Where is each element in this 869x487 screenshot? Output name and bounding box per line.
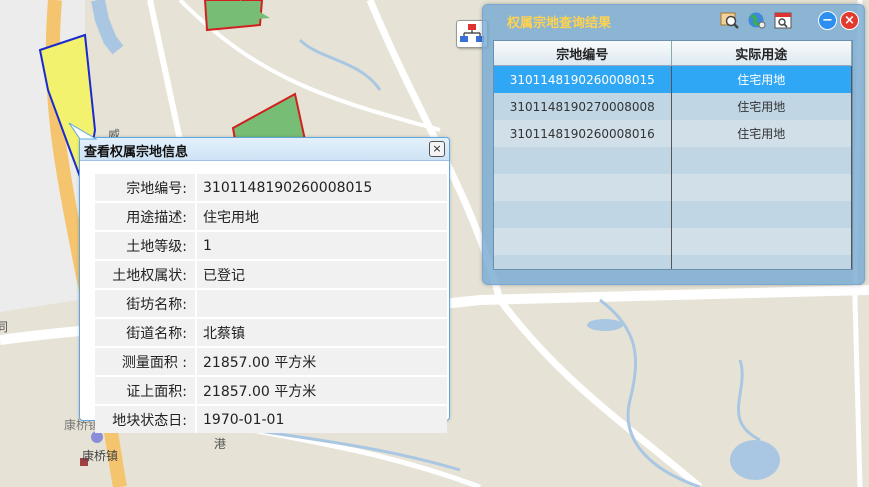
field-value: 住宅用地 bbox=[195, 203, 447, 230]
empty-row bbox=[494, 147, 852, 174]
info-row-grade: 土地等级: 1 bbox=[95, 232, 447, 259]
field-label: 宗地编号: bbox=[95, 174, 195, 201]
cell-actual-use: 住宅用地 bbox=[671, 120, 852, 147]
field-value: 已登记 bbox=[195, 261, 447, 288]
zoom-to-icon[interactable] bbox=[720, 10, 740, 30]
globe-icon[interactable] bbox=[747, 10, 767, 30]
info-row-street-name: 街道名称: 北蔡镇 bbox=[95, 319, 447, 346]
parcel-info-table: 宗地编号: 3101148190260008015 用途描述: 住宅用地 土地等… bbox=[95, 172, 447, 435]
results-table: 宗地编号 实际用途 3101148190260008015 住宅用地 31011… bbox=[493, 40, 853, 270]
popup-title: 查看权属宗地信息 bbox=[84, 145, 189, 160]
popup-pointer bbox=[68, 122, 98, 140]
empty-row bbox=[494, 228, 852, 255]
info-row-ownership: 土地权属状: 已登记 bbox=[95, 261, 447, 288]
column-header-actual-use[interactable]: 实际用途 bbox=[671, 41, 852, 66]
cell-parcel-id: 3101148190270008008 bbox=[494, 93, 672, 120]
empty-row bbox=[494, 201, 852, 228]
popup-header: 查看权属宗地信息 × bbox=[80, 138, 449, 161]
info-row-use: 用途描述: 住宅用地 bbox=[95, 203, 447, 230]
calendar-search-icon[interactable] bbox=[773, 10, 793, 30]
info-row-block-name: 街坊名称: bbox=[95, 290, 447, 317]
results-panel: 权属宗地查询结果 − × 宗地编号 实际用途 31011481902600080… bbox=[482, 4, 865, 285]
map-label-edge: 同 bbox=[0, 320, 9, 334]
field-label: 用途描述: bbox=[95, 203, 195, 230]
cell-parcel-id: 3101148190260008016 bbox=[494, 120, 672, 147]
field-label: 街坊名称: bbox=[95, 290, 195, 317]
info-row-certified-area: 证上面积: 21857.00 平方米 bbox=[95, 377, 447, 404]
field-label: 测量面积 : bbox=[95, 348, 195, 375]
field-label: 证上面积: bbox=[95, 377, 195, 404]
parcel-info-popup: 查看权属宗地信息 × 宗地编号: 3101148190260008015 用途描… bbox=[79, 137, 450, 433]
info-row-parcel-id: 宗地编号: 3101148190260008015 bbox=[95, 174, 447, 201]
table-row[interactable]: 3101148190270008008 住宅用地 bbox=[494, 93, 852, 120]
field-value bbox=[195, 290, 447, 317]
field-label: 土地权属状: bbox=[95, 261, 195, 288]
field-value: 北蔡镇 bbox=[195, 319, 447, 346]
map-label-kangqiao: 康桥镇 bbox=[82, 449, 119, 463]
empty-row bbox=[494, 255, 852, 269]
minimize-icon[interactable]: − bbox=[818, 11, 837, 30]
field-value: 21857.00 平方米 bbox=[195, 348, 447, 375]
field-label: 街道名称: bbox=[95, 319, 195, 346]
table-row[interactable]: 3101148190260008015 住宅用地 bbox=[494, 65, 852, 93]
cell-actual-use: 住宅用地 bbox=[671, 65, 852, 93]
close-icon[interactable]: × bbox=[429, 141, 445, 157]
field-value: 1 bbox=[195, 232, 447, 259]
cell-parcel-id: 3101148190260008015 bbox=[494, 65, 672, 93]
info-row-status-date: 地块状态日: 1970-01-01 bbox=[95, 406, 447, 433]
table-row[interactable]: 3101148190260008016 住宅用地 bbox=[494, 120, 852, 147]
field-label: 地块状态日: bbox=[95, 406, 195, 433]
results-table-header: 宗地编号 实际用途 bbox=[494, 41, 852, 66]
column-header-parcel-id[interactable]: 宗地编号 bbox=[494, 41, 672, 66]
field-value: 1970-01-01 bbox=[195, 406, 447, 433]
empty-row bbox=[494, 174, 852, 201]
info-row-measured-area: 测量面积 : 21857.00 平方米 bbox=[95, 348, 447, 375]
map-label-gang: 港 bbox=[214, 437, 227, 451]
close-icon[interactable]: × bbox=[840, 11, 859, 30]
results-panel-title: 权属宗地查询结果 bbox=[507, 16, 612, 31]
cell-actual-use: 住宅用地 bbox=[671, 93, 852, 120]
field-label: 土地等级: bbox=[95, 232, 195, 259]
field-value: 3101148190260008015 bbox=[195, 174, 447, 201]
field-value: 21857.00 平方米 bbox=[195, 377, 447, 404]
